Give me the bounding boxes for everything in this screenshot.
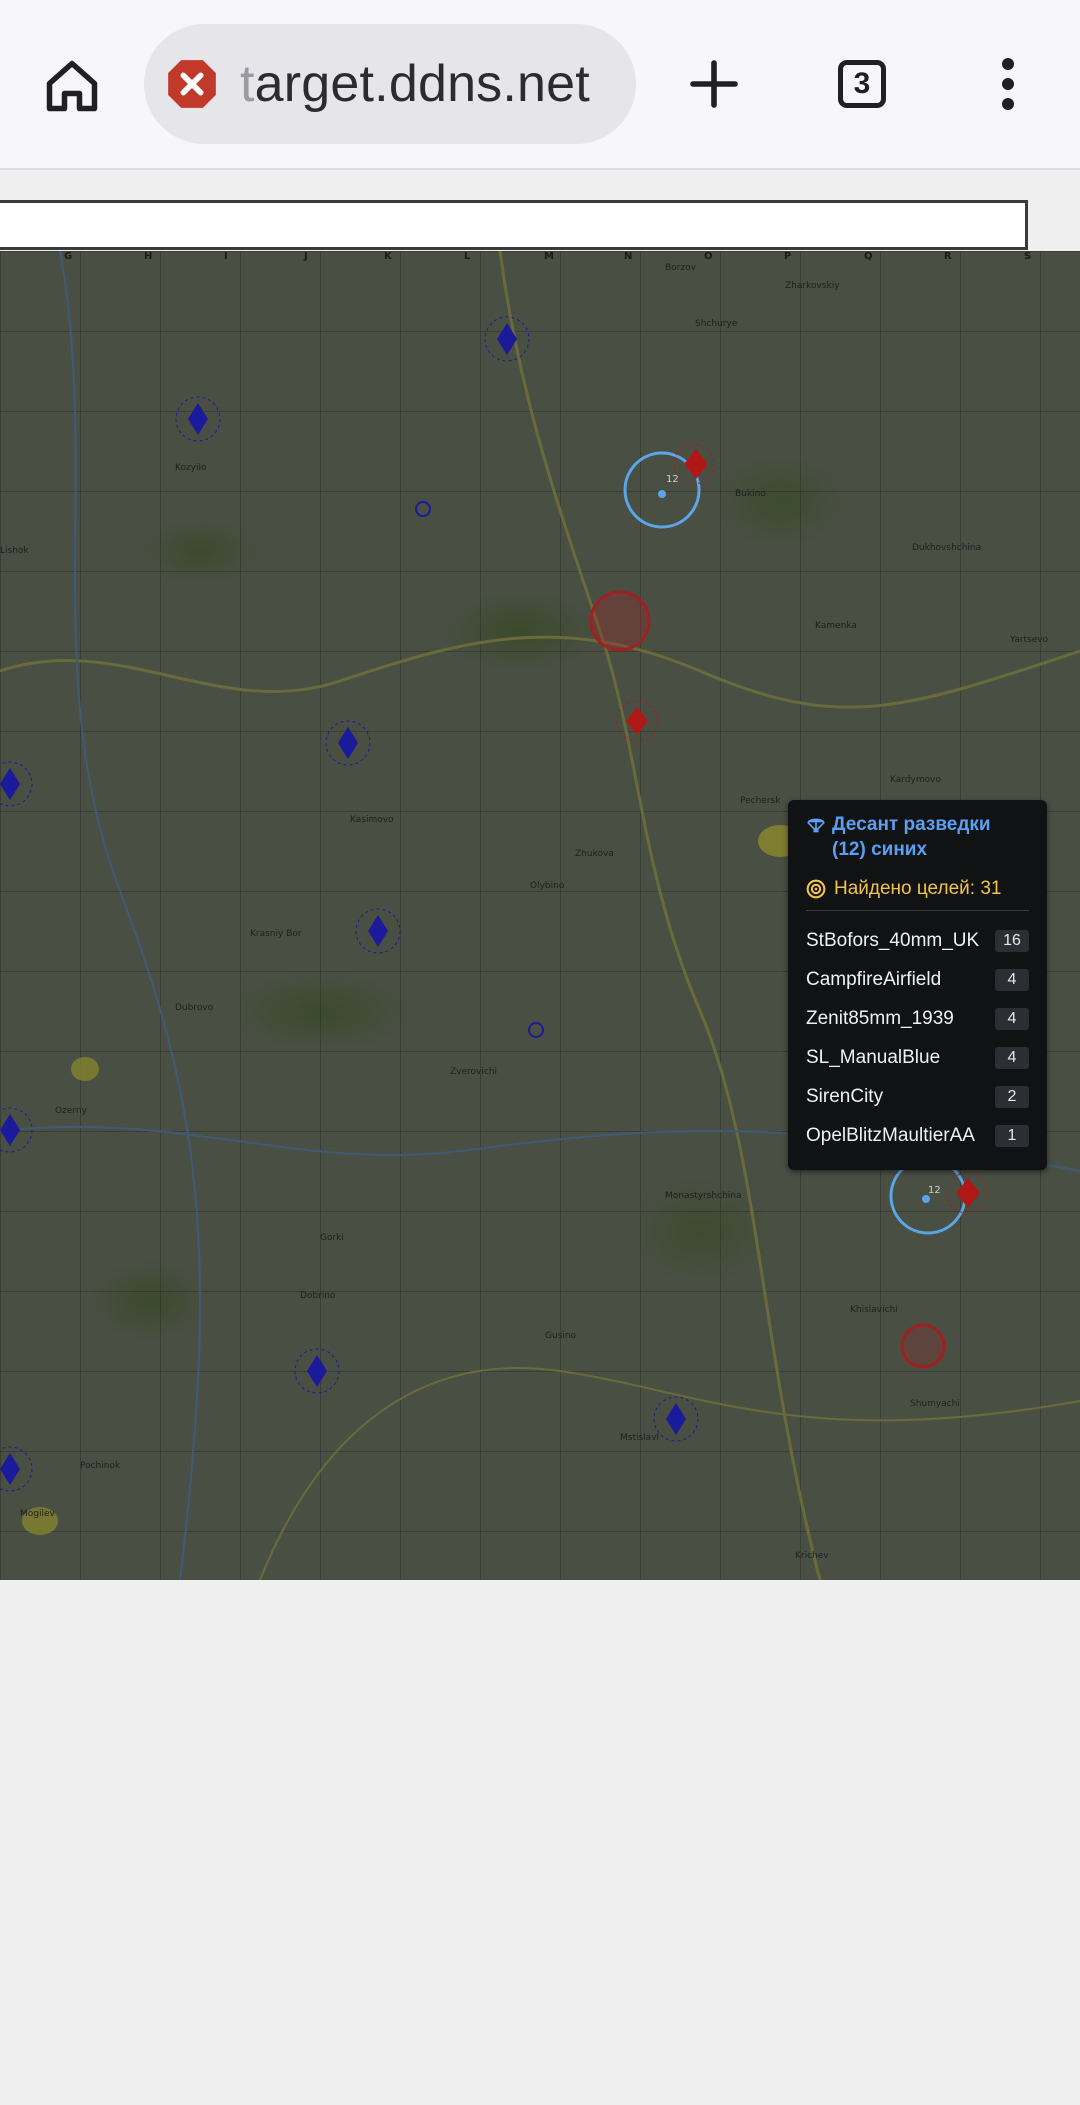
map-river bbox=[59, 251, 201, 1580]
map-town-label: Shchurye bbox=[695, 319, 738, 329]
map-town-label: Lishok bbox=[0, 546, 29, 556]
target-type-name: CampfireAirfield bbox=[806, 968, 942, 990]
url-hidden-prefix: t bbox=[240, 55, 255, 113]
map-town-label: Bukino bbox=[735, 489, 766, 499]
map-town-label: Mstislavl bbox=[620, 1433, 660, 1443]
target-list-item: StBofors_40mm_UK 16 bbox=[806, 921, 1029, 960]
map-town-label: Gusino bbox=[545, 1331, 577, 1341]
new-tab-button[interactable] bbox=[678, 48, 750, 120]
target-type-name: SirenCity bbox=[806, 1085, 884, 1107]
red-unit-marker[interactable] bbox=[673, 443, 715, 485]
target-type-name: Zenit85mm_1939 bbox=[806, 1007, 954, 1029]
map-town-label: Dukhovshchina bbox=[912, 543, 982, 553]
target-list-item: SL_ManualBlue 4 bbox=[806, 1038, 1029, 1077]
map-town-label: Kamenka bbox=[815, 621, 857, 631]
map-town-label: Borzov bbox=[665, 263, 696, 273]
map-town-label: Zharkovskiy bbox=[785, 281, 840, 291]
target-list-item: SirenCity 2 bbox=[806, 1077, 1029, 1116]
target-count-badge: 4 bbox=[995, 1007, 1029, 1030]
recon-unit-marker[interactable]: 12 bbox=[889, 1157, 967, 1235]
target-list-item: CampfireAirfield 4 bbox=[806, 960, 1029, 999]
home-button[interactable] bbox=[36, 50, 108, 122]
map-town-label: Shumyachi bbox=[910, 1399, 960, 1409]
red-unit-marker[interactable] bbox=[946, 1172, 988, 1214]
home-icon bbox=[46, 60, 98, 112]
blue-unit-marker[interactable] bbox=[294, 1348, 340, 1394]
recon-unit-label: 12 bbox=[928, 1185, 941, 1196]
target-list-item: OpelBlitzMaultierAA 1 bbox=[806, 1116, 1029, 1155]
blue-unit-marker[interactable] bbox=[0, 1446, 33, 1492]
map-town-label: Krichev bbox=[795, 1551, 829, 1561]
map-town-label: Yartsevo bbox=[1010, 635, 1049, 645]
target-type-name: SL_ManualBlue bbox=[806, 1046, 941, 1068]
map-town-label: Mogilev bbox=[20, 1509, 55, 1519]
map-town-label: Dobrino bbox=[300, 1291, 336, 1301]
target-list: StBofors_40mm_UK 16 CampfireAirfield 4 Zenit… bbox=[806, 921, 1029, 1155]
target-count-badge: 4 bbox=[995, 1046, 1029, 1069]
map-header-field[interactable] bbox=[0, 200, 1028, 250]
parachute-icon bbox=[807, 818, 825, 833]
map-town-label: Gorki bbox=[320, 1233, 344, 1243]
red-zone-marker[interactable] bbox=[589, 590, 651, 652]
target-count-badge: 1 bbox=[995, 1124, 1029, 1147]
targets-found-text: Найдено целей: 31 bbox=[834, 878, 1002, 899]
map-town-label: Zhukova bbox=[575, 849, 614, 859]
recon-unit-label: 12 bbox=[666, 474, 679, 485]
map-town-label: Pochinok bbox=[80, 1461, 121, 1471]
blue-unit-marker[interactable] bbox=[175, 396, 221, 442]
blue-unit-marker[interactable] bbox=[355, 908, 401, 954]
target-count-badge: 2 bbox=[995, 1085, 1029, 1108]
map-town-label: Dubrovo bbox=[175, 1003, 214, 1013]
address-bar[interactable]: target.ddns.net bbox=[144, 24, 636, 144]
target-list-item: Zenit85mm_1939 4 bbox=[806, 999, 1029, 1038]
url-text[interactable]: target.ddns.net bbox=[240, 24, 590, 144]
target-type-name: StBofors_40mm_UK bbox=[806, 929, 980, 951]
blue-unit-marker[interactable] bbox=[325, 720, 371, 766]
tab-switcher-button[interactable]: 3 bbox=[826, 48, 898, 120]
map-town-label: Zverovichi bbox=[450, 1067, 498, 1077]
blue-unit-marker[interactable] bbox=[484, 316, 530, 362]
blue-unit-marker[interactable] bbox=[0, 761, 33, 807]
browser-toolbar: target.ddns.net 3 bbox=[0, 0, 1080, 170]
map-town-label: Khislavichi bbox=[850, 1305, 898, 1315]
target-count-badge: 16 bbox=[995, 929, 1029, 952]
map-town-label: Kardymovo bbox=[890, 775, 941, 785]
map-town-label: Monastyrshchina bbox=[665, 1191, 742, 1201]
city-area bbox=[71, 1057, 99, 1081]
targets-found: Найдено целей: 31 bbox=[806, 878, 1029, 900]
url-domain: arget.ddns.net bbox=[254, 55, 590, 113]
target-icon bbox=[806, 879, 826, 899]
tab-count: 3 bbox=[838, 60, 886, 108]
popup-divider bbox=[806, 910, 1029, 911]
map-town-label: Pechersk bbox=[740, 796, 781, 806]
target-count-badge: 4 bbox=[995, 968, 1029, 991]
blue-unit-marker[interactable] bbox=[653, 1396, 699, 1442]
blue-waypoint-marker[interactable] bbox=[528, 1022, 544, 1038]
more-menu-icon bbox=[1002, 58, 1014, 110]
map-town-label: Ozerny bbox=[55, 1106, 87, 1116]
map-road bbox=[0, 635, 1080, 709]
map-town-label: Kozyilo bbox=[175, 463, 207, 473]
target-type-name: OpelBlitzMaultierAA bbox=[806, 1124, 975, 1146]
more-menu-button[interactable] bbox=[972, 48, 1044, 120]
blue-waypoint-marker[interactable] bbox=[415, 501, 431, 517]
recon-report-popup: Десант разведки (12) синих Найдено целей… bbox=[788, 800, 1047, 1170]
site-error-icon[interactable] bbox=[166, 58, 218, 110]
red-zone-marker[interactable] bbox=[900, 1323, 946, 1369]
popup-title-text: Десант разведки (12) синих bbox=[832, 814, 991, 860]
map-town-label: Olybino bbox=[530, 881, 565, 891]
blue-unit-marker[interactable] bbox=[0, 1107, 33, 1153]
map-town-label: Kasimovo bbox=[350, 815, 394, 825]
map-town-label: Krasniy Bor bbox=[250, 929, 302, 939]
new-tab-icon bbox=[690, 60, 738, 108]
map-road bbox=[498, 251, 822, 1580]
popup-title: Десант разведки (12) синих bbox=[806, 812, 1029, 862]
